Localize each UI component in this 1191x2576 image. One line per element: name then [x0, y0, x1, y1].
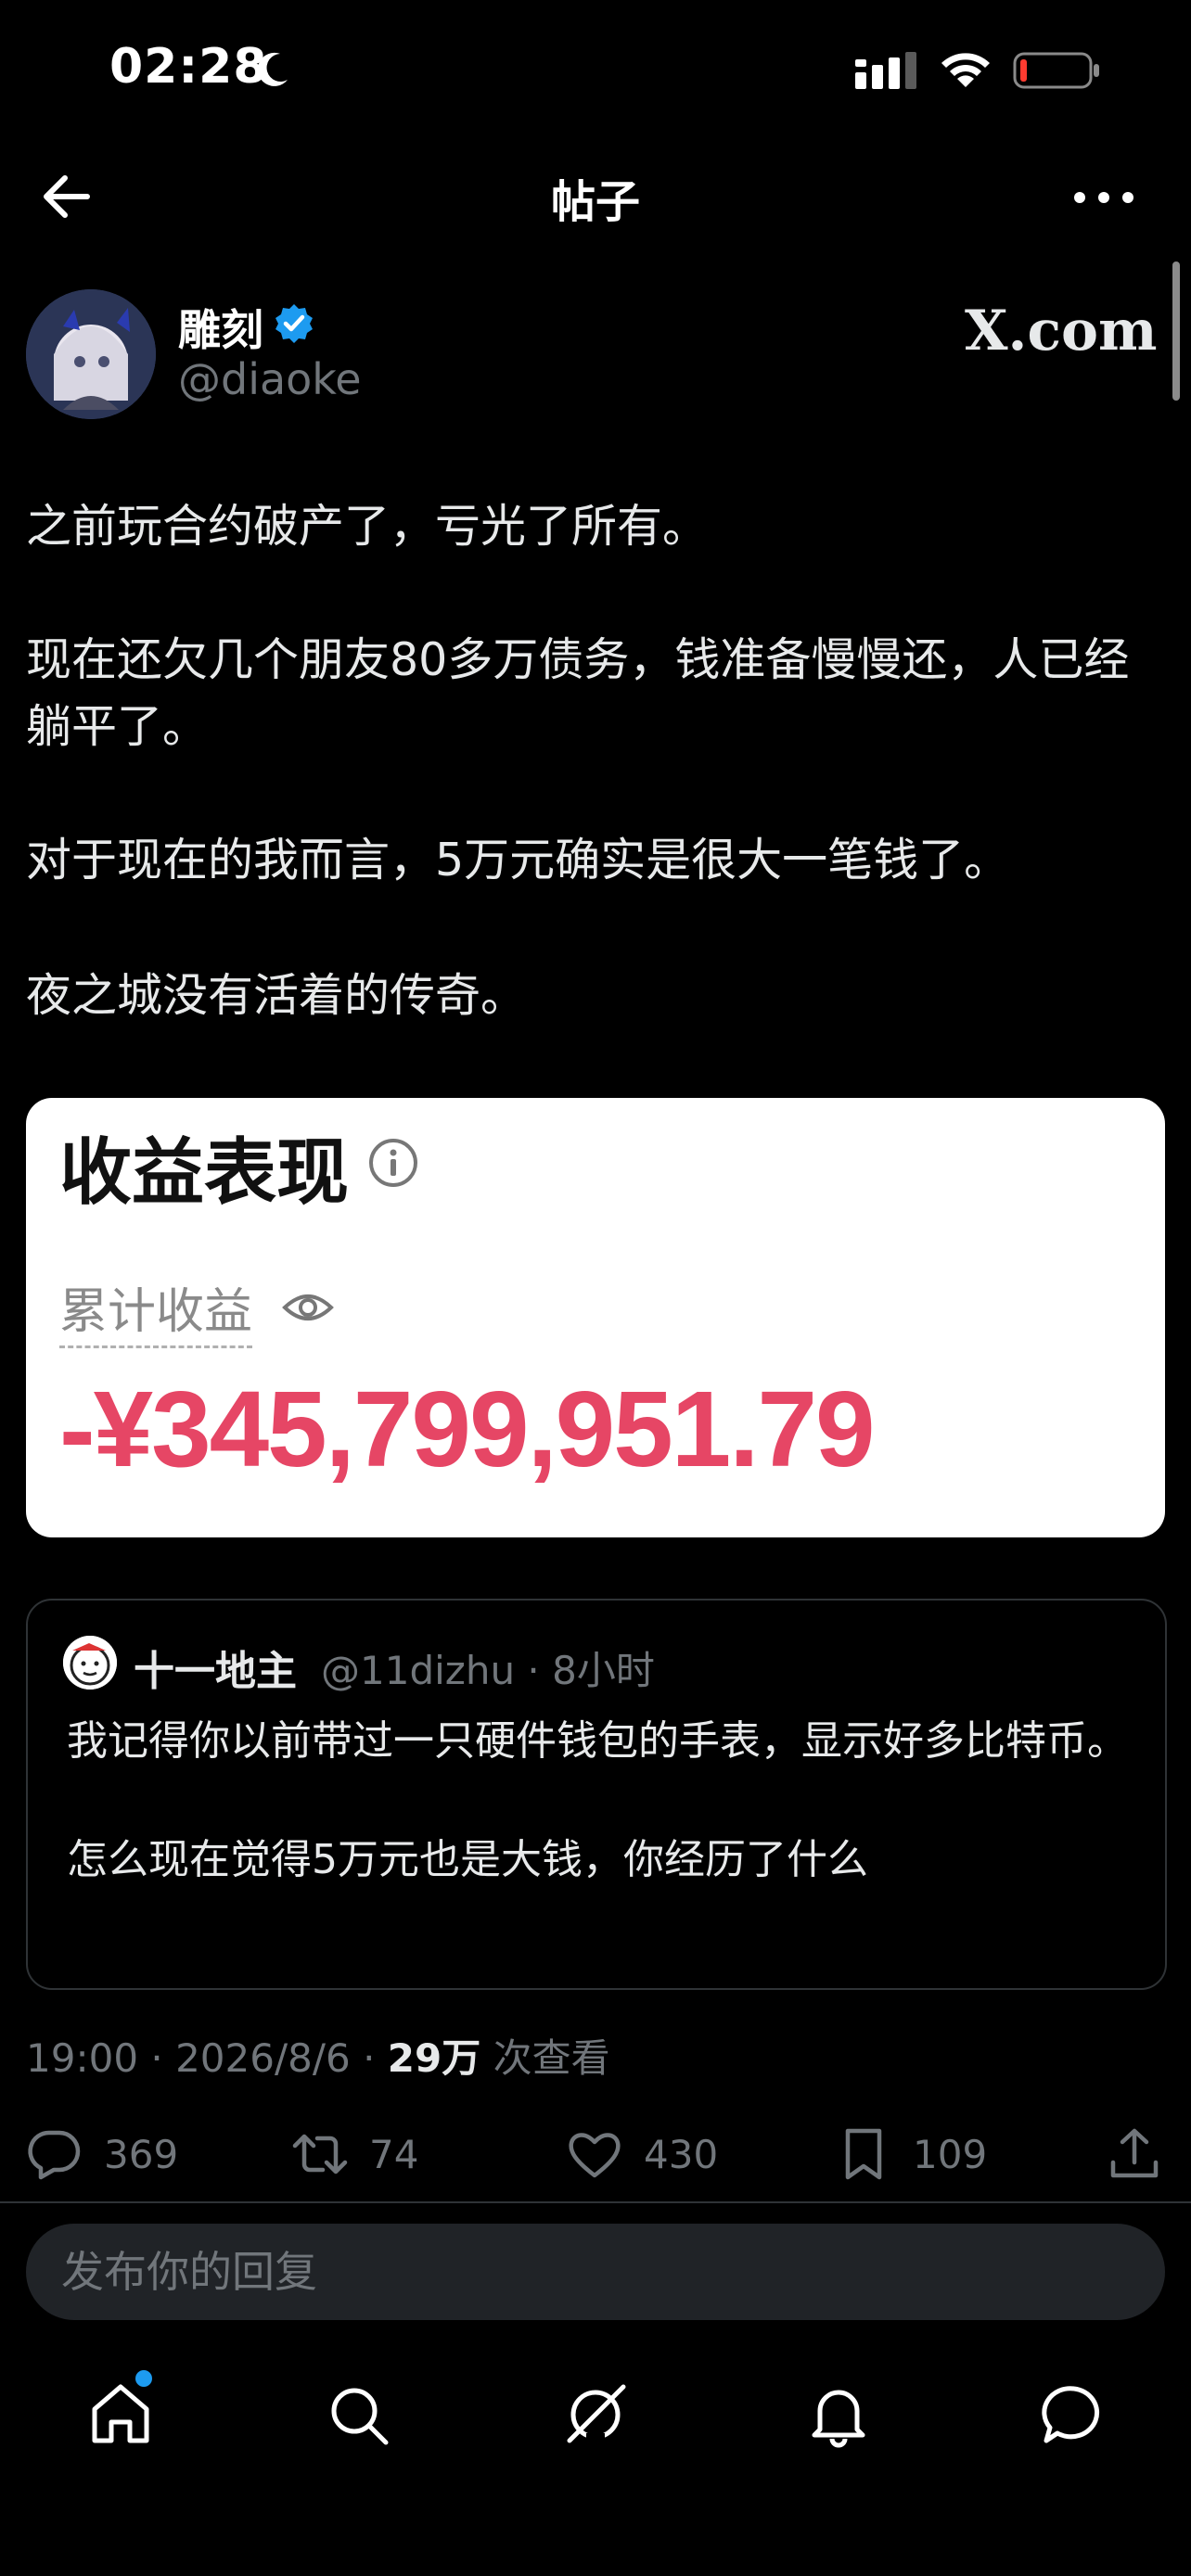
- tab-notifications[interactable]: [801, 2378, 876, 2452]
- quote-paragraph: 我记得你以前带过一只硬件钱包的手表，显示好多比特币。: [67, 1717, 1128, 1765]
- author-handle[interactable]: @diaoke: [178, 354, 362, 404]
- verified-badge-icon: [273, 302, 315, 345]
- search-icon: [331, 2388, 389, 2445]
- post-paragraph: 夜之城没有活着的传奇。: [26, 969, 527, 1022]
- like-button[interactable]: 430: [566, 2125, 718, 2183]
- bookmark-count: 109: [913, 2131, 988, 2177]
- author-avatar[interactable]: [26, 289, 156, 419]
- post-paragraph: 现在还欠几个朋友80多万债务，钱准备慢慢还，人已经躺平了。: [26, 633, 1130, 753]
- status-time: 02:28: [109, 39, 268, 95]
- tab-search[interactable]: [321, 2378, 395, 2452]
- repost-button[interactable]: 74: [291, 2125, 418, 2183]
- reply-button[interactable]: 369: [26, 2125, 178, 2183]
- reply-icon: [28, 2130, 81, 2180]
- home-icon: [92, 2384, 149, 2443]
- battery-icon: [1013, 52, 1102, 93]
- more-icon: [1074, 192, 1133, 203]
- eye-icon: [280, 1280, 336, 1335]
- like-count: 430: [644, 2131, 719, 2177]
- timestamp-time: 19:00 · 2026/8/6 ·: [26, 2035, 388, 2081]
- views-label: 次查看: [480, 2035, 610, 2081]
- grok-icon: [567, 2384, 626, 2443]
- repost-icon: [292, 2134, 348, 2174]
- page-title: 帖子: [550, 176, 640, 228]
- post-paragraph: 之前玩合约破产了，亏光了所有。: [26, 500, 709, 553]
- top-nav-bar: 帖子: [0, 148, 1191, 241]
- bookmark-button[interactable]: 109: [835, 2125, 987, 2183]
- status-bar: 02:28: [0, 0, 1191, 139]
- cumulative-earnings-label: 累计收益: [59, 1272, 253, 1348]
- quote-text: 我记得你以前带过一只硬件钱包的手表，显示好多比特币。 怎么现在觉得5万元也是大钱…: [67, 1712, 1133, 1890]
- share-button[interactable]: [1106, 2125, 1163, 2183]
- tab-home[interactable]: [83, 2378, 158, 2452]
- cellular-signal-icon: [855, 52, 920, 93]
- cumulative-earnings-value: -¥345,799,951.79: [59, 1369, 875, 1489]
- xcom-watermark: X.com: [965, 299, 1158, 363]
- share-icon: [1110, 2128, 1159, 2178]
- heart-icon: [569, 2133, 621, 2178]
- post-actions: 369 74 430 109: [0, 2114, 1191, 2198]
- quote-author-meta: @11dizhu · 8小时: [321, 1648, 655, 1693]
- post-image[interactable]: 收益表现 累计收益 -¥345,799,951.79: [26, 1098, 1165, 1537]
- messages-icon: [1042, 2386, 1100, 2443]
- quote-paragraph: 怎么现在觉得5万元也是大钱，你经历了什么: [67, 1836, 868, 1883]
- tab-messages[interactable]: [1037, 2378, 1111, 2452]
- post-paragraph: 对于现在的我而言，5万元确实是很大一笔钱了。: [26, 834, 1010, 886]
- more-options-button[interactable]: [1067, 174, 1141, 221]
- quote-avatar: [63, 1636, 117, 1690]
- divider: [0, 2201, 1191, 2203]
- wifi-icon: [937, 48, 994, 95]
- home-notification-dot: [135, 2370, 152, 2387]
- quoted-post[interactable]: 十一地主 @11dizhu · 8小时 我记得你以前带过一只硬件钱包的手表，显示…: [26, 1599, 1167, 1990]
- tab-grok[interactable]: [558, 2378, 633, 2452]
- reply-input[interactable]: [26, 2224, 1165, 2320]
- bookmark-icon: [845, 2128, 882, 2180]
- repost-count: 74: [369, 2131, 419, 2177]
- author-name[interactable]: 雕刻: [178, 297, 263, 358]
- reply-count: 369: [104, 2131, 179, 2177]
- bottom-tab-bar: [0, 2363, 1191, 2465]
- scrollbar[interactable]: [1172, 261, 1180, 401]
- post-timestamp: 19:00 · 2026/8/6 · 29万 次查看: [26, 2027, 610, 2084]
- view-count: 29万: [387, 2035, 481, 2081]
- moon-icon: [252, 48, 293, 93]
- info-icon: [365, 1135, 421, 1191]
- earnings-title: 收益表现: [59, 1131, 350, 1215]
- quote-author-name: 十一地主: [134, 1648, 297, 1695]
- bell-icon: [812, 2390, 865, 2448]
